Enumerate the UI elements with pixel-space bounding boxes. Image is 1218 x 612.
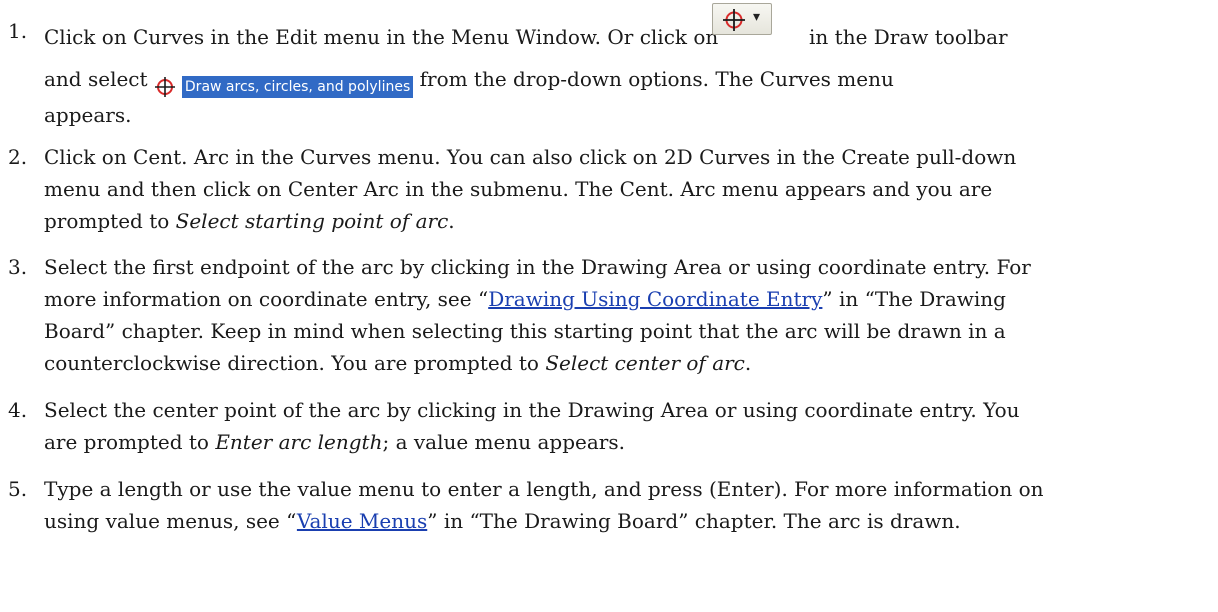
chevron-down-icon: ▾ [753, 9, 761, 25]
step-line: menu and then click on Center Arc in the… [44, 173, 1209, 205]
draw-arcs-menu-option[interactable]: Draw arcs, circles, and polylines [154, 66, 414, 98]
draw-curves-toolbar-button[interactable]: ▾ [712, 3, 772, 35]
step-text: appears. [44, 103, 132, 127]
step-text: and select [44, 67, 148, 91]
prompt-text: Select starting point of arc [175, 209, 449, 233]
step-number: 3. [8, 255, 28, 279]
draw-arcs-option-label: Draw arcs, circles, and polylines [181, 76, 414, 98]
step-text: . [744, 351, 752, 375]
step-text: ” in “The Drawing Board” chapter. The ar… [427, 509, 961, 533]
step-text: ” in “The Drawing [822, 287, 1006, 311]
step-text: more information on coordinate entry, se… [44, 287, 489, 311]
step-body: Select the first endpoint of the arc by … [44, 251, 1209, 379]
step-line: Click on Curves in the Edit menu in the … [44, 15, 1209, 59]
step-body: Click on Curves in the Edit menu in the … [44, 15, 1209, 131]
step-line: prompted to Select starting point of arc… [44, 205, 1209, 237]
step-body: Click on Cent. Arc in the Curves menu. Y… [44, 141, 1209, 237]
prompt-text: Select center of arc [545, 351, 745, 375]
step-text: using value menus, see “ [44, 509, 297, 533]
step-text: . [448, 209, 455, 233]
crosshair-circle-icon [723, 9, 745, 31]
document-page: 1. Click on Curves in the Edit menu in t… [0, 0, 1218, 612]
step-text: Click on Curves in the Edit menu in the … [44, 25, 719, 49]
step-text: Board” chapter. Keep in mind when select… [44, 319, 1006, 343]
step-line: are prompted to Enter arc length; a valu… [44, 426, 1209, 458]
crosshair-circle-icon [154, 77, 175, 97]
step-line: Board” chapter. Keep in mind when select… [44, 315, 1209, 347]
step-line: Click on Cent. Arc in the Curves menu. Y… [44, 141, 1209, 173]
step-text: menu and then click on Center Arc in the… [44, 177, 993, 201]
step-text: are prompted to [44, 430, 216, 454]
step-line: using value menus, see “Value Menus” in … [44, 505, 1209, 537]
step-line: more information on coordinate entry, se… [44, 283, 1209, 315]
value-menus-link[interactable]: Value Menus [297, 509, 427, 533]
step-line: and select Draw arcs, circles, and polyl… [44, 59, 1209, 99]
step-number: 4. [8, 398, 28, 422]
step-body: Select the center point of the arc by cl… [44, 394, 1209, 458]
step-number: 5. [8, 477, 28, 501]
step-line: counterclockwise direction. You are prom… [44, 347, 1209, 379]
step-number: 1. [8, 19, 28, 43]
step-text: Type a length or use the value menu to e… [44, 477, 1044, 501]
step-text: ; a value menu appears. [382, 430, 625, 454]
step-text: Select the first endpoint of the arc by … [44, 255, 1031, 279]
coordinate-entry-link[interactable]: Drawing Using Coordinate Entry [488, 287, 822, 311]
step-text: in the Draw toolbar [809, 25, 1008, 49]
step-line: appears. [44, 99, 1209, 131]
step-body: Type a length or use the value menu to e… [44, 473, 1209, 537]
step-text: from the drop-down options. The Curves m… [419, 67, 894, 91]
step-text: Click on Cent. Arc in the Curves menu. Y… [44, 145, 1017, 169]
step-number: 2. [8, 145, 28, 169]
step-text: prompted to [44, 209, 176, 233]
prompt-text: Enter arc length [215, 430, 383, 454]
step-text: counterclockwise direction. You are prom… [44, 351, 546, 375]
step-line: Select the first endpoint of the arc by … [44, 251, 1209, 283]
step-text: Select the center point of the arc by cl… [44, 398, 1020, 422]
step-line: Type a length or use the value menu to e… [44, 473, 1209, 505]
step-line: Select the center point of the arc by cl… [44, 394, 1209, 426]
